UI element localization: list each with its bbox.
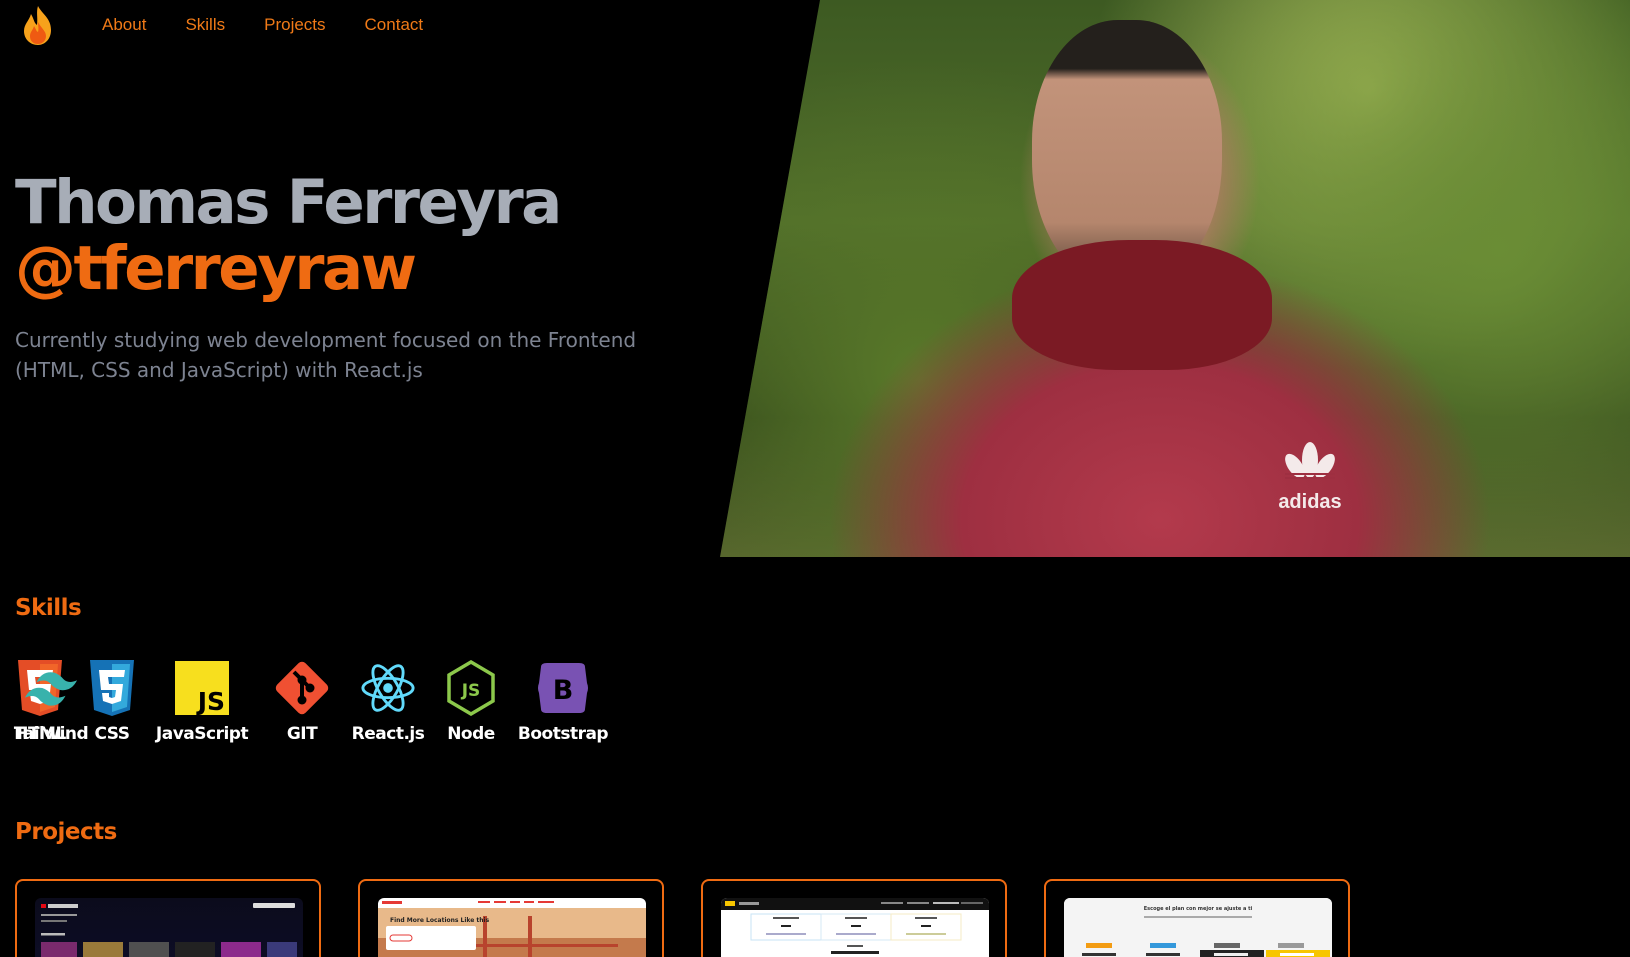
projects-title: Projects (15, 819, 117, 845)
skill-javascript: JS JavaScript (156, 660, 249, 744)
top-nav: About Skills Projects Contact (20, 4, 462, 46)
skill-git: GIT (274, 660, 330, 744)
project-thumbnail (35, 898, 303, 957)
skill-label: Bootstrap (517, 724, 609, 744)
skill-label: CSS (94, 724, 130, 744)
hero-description: Currently studying web development focus… (15, 328, 637, 382)
photo-shirt-logo: adidas (1275, 440, 1345, 513)
tailwind-icon (23, 660, 79, 716)
react-icon (360, 660, 416, 716)
skill-label: Node (447, 724, 495, 744)
flame-icon[interactable] (20, 4, 56, 46)
svg-text:JS: JS (196, 687, 225, 715)
skill-node: JS Node (446, 660, 496, 744)
project-thumbnail: Escoge el plan con mejor se ajuste a ti (1064, 898, 1332, 957)
nav-link-projects[interactable]: Projects (264, 4, 325, 46)
skill-label: Tailwind (13, 724, 89, 744)
project-card[interactable]: Find More Locations Like this (358, 879, 664, 957)
nav-link-contact[interactable]: Contact (365, 4, 424, 46)
project-heading: Escoge el plan con mejor se ajuste a ti (1143, 906, 1253, 912)
skill-label: GIT (286, 724, 318, 744)
portfolio-page: adidas About Skills Projects Contact Tho… (0, 0, 1630, 957)
photo-logo-text: adidas (1278, 491, 1342, 513)
git-icon (274, 660, 330, 716)
skills-title: Skills (15, 595, 82, 621)
hero-name: Thomas Ferreyra (15, 167, 562, 238)
skill-label: JavaScript (155, 724, 249, 744)
project-thumbnail: Find More Locations Like this (378, 898, 646, 957)
photo-scarf (1012, 240, 1272, 370)
bootstrap-icon: B (535, 660, 591, 716)
skill-label: React.js (351, 724, 425, 744)
skill-bootstrap: B Bootstrap (517, 660, 609, 744)
css3-icon (84, 660, 140, 716)
project-heading: Find More Locations Like this (390, 917, 490, 924)
svg-text:JS: JS (461, 681, 481, 701)
javascript-icon: JS (174, 660, 230, 716)
skill-css: CSS (87, 660, 137, 744)
nav-link-skills[interactable]: Skills (185, 4, 225, 46)
project-card[interactable]: Escoge el plan con mejor se ajuste a ti (1044, 879, 1350, 957)
nodejs-icon: JS (443, 660, 499, 716)
project-card[interactable] (15, 879, 321, 957)
svg-text:B: B (553, 675, 574, 706)
skill-react: React.js (352, 660, 425, 744)
profile-photo: adidas (720, 0, 1630, 557)
skill-tailwind: Tailwind (13, 660, 89, 744)
project-thumbnail (721, 898, 989, 957)
nav-link-about[interactable]: About (102, 4, 146, 46)
trefoil-icon (1285, 442, 1335, 479)
project-card[interactable] (701, 879, 1007, 957)
hero-handle: @tferreyraw (15, 233, 417, 304)
